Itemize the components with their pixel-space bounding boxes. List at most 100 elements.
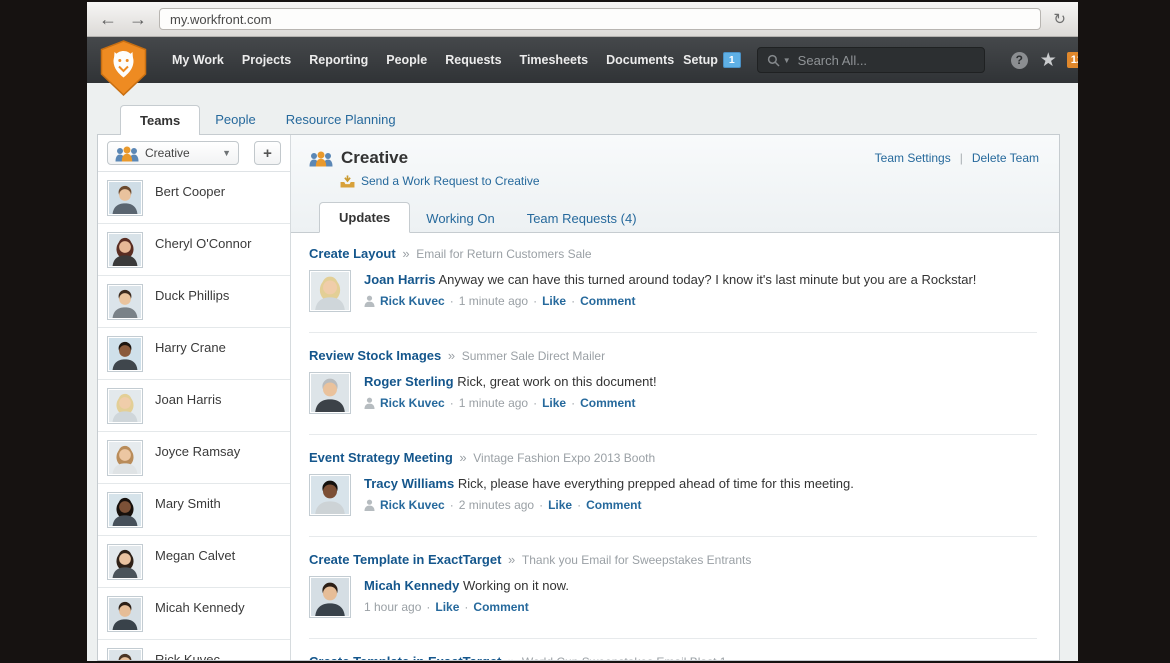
team-sidebar: Creative ▼ + Bert Cooper Cheryl O'Connor… <box>98 135 291 660</box>
nav-item-my-work[interactable]: My Work <box>163 47 233 73</box>
title-separator: » <box>448 348 455 363</box>
forward-icon[interactable]: → <box>129 10 147 28</box>
add-team-button[interactable]: + <box>254 141 281 165</box>
nav-item-documents[interactable]: Documents <box>597 47 683 73</box>
member-name: Rick Kuvec <box>155 652 220 661</box>
notification-badge[interactable]: 12 <box>1067 52 1078 68</box>
member-avatar <box>107 492 143 528</box>
comment-author-link[interactable]: Micah Kennedy <box>364 578 459 593</box>
feed-item-subtitle: Thank you Email for Sweepstakes Entrants <box>522 553 751 567</box>
comment-author-link[interactable]: Roger Sterling <box>364 374 454 389</box>
meta-separator: · <box>533 395 537 411</box>
member-avatar <box>107 388 143 424</box>
comment-button[interactable]: Comment <box>586 497 641 513</box>
favorites-star-icon[interactable]: ★ <box>1040 51 1057 70</box>
team-settings-link[interactable]: Team Settings <box>875 151 951 165</box>
comment-text: Anyway we can have this turned around to… <box>438 272 976 287</box>
member-list-item[interactable]: Mary Smith <box>98 484 290 536</box>
person-icon <box>364 397 375 409</box>
like-button[interactable]: Like <box>548 497 572 513</box>
like-button[interactable]: Like <box>435 599 459 615</box>
comment-author-link[interactable]: Joan Harris <box>364 272 436 287</box>
delete-team-link[interactable]: Delete Team <box>972 151 1039 165</box>
feed-item: Review Stock Images » Summer Sale Direct… <box>309 332 1037 434</box>
member-list-item[interactable]: Rick Kuvec <box>98 640 290 661</box>
team-main: Creative Team Settings | Delete Team <box>291 135 1059 660</box>
meta-separator: · <box>533 293 537 309</box>
member-avatar <box>107 284 143 320</box>
page-tabs: Teams People Resource Planning <box>120 105 1078 134</box>
tab-people[interactable]: People <box>200 105 270 134</box>
member-name: Bert Cooper <box>155 184 225 215</box>
member-list-item[interactable]: Joyce Ramsay <box>98 432 290 484</box>
feed-tab-updates[interactable]: Updates <box>319 202 410 233</box>
meta-separator: · <box>539 497 543 513</box>
member-list-item[interactable]: Joan Harris <box>98 380 290 432</box>
team-panel: Creative ▼ + Bert Cooper Cheryl O'Connor… <box>97 134 1060 661</box>
team-selector-dropdown[interactable]: Creative ▼ <box>107 141 239 165</box>
feed-item-title-link[interactable]: Event Strategy Meeting <box>309 450 453 465</box>
back-icon[interactable]: ← <box>99 10 117 28</box>
feed-tab-working-on[interactable]: Working On <box>410 204 510 233</box>
feed-tab-team-requests-4-[interactable]: Team Requests (4) <box>511 204 653 233</box>
feed-item-title-link[interactable]: Create Template in ExactTarget <box>309 552 501 567</box>
comment-timestamp: 1 minute ago <box>459 293 528 309</box>
tab-teams[interactable]: Teams <box>120 105 200 135</box>
nav-item-reporting[interactable]: Reporting <box>300 47 377 73</box>
member-avatar <box>107 544 143 580</box>
app-navbar: My Work Projects Reporting People Reques… <box>87 37 1078 83</box>
feed-item-title-link[interactable]: Create Layout <box>309 246 396 261</box>
nav-item-people[interactable]: People <box>377 47 436 73</box>
member-avatar <box>107 180 143 216</box>
title-separator: » <box>508 552 515 567</box>
like-button[interactable]: Like <box>542 395 566 411</box>
nav-item-timesheets[interactable]: Timesheets <box>511 47 598 73</box>
help-icon[interactable]: ? <box>1011 52 1028 69</box>
feed-item-subtitle: World Cup Sweepstakes Email Blast 1 <box>522 655 727 660</box>
feed-item-title-link[interactable]: Create Template in ExactTarget <box>309 654 501 660</box>
browser-window: ← → my.workfront.com ↻ My Work Projects … <box>87 2 1078 661</box>
member-name: Megan Calvet <box>155 548 235 579</box>
member-list-item[interactable]: Megan Calvet <box>98 536 290 588</box>
setup-label: Setup <box>683 53 718 67</box>
member-list: Bert Cooper Cheryl O'Connor Duck Phillip… <box>98 172 290 661</box>
nav-item-setup[interactable]: Setup 1 <box>683 52 741 68</box>
meta-tagged-user-link[interactable]: Rick Kuvec <box>380 395 445 411</box>
member-list-item[interactable]: Cheryl O'Connor <box>98 224 290 276</box>
member-list-item[interactable]: Duck Phillips <box>98 276 290 328</box>
search-icon <box>767 54 780 67</box>
tab-resource-planning[interactable]: Resource Planning <box>271 105 411 134</box>
member-list-item[interactable]: Micah Kennedy <box>98 588 290 640</box>
member-avatar <box>107 336 143 372</box>
meta-tagged-user-link[interactable]: Rick Kuvec <box>380 293 445 309</box>
search-input[interactable]: ▼ Search All... <box>757 47 985 73</box>
like-button[interactable]: Like <box>542 293 566 309</box>
person-icon <box>364 295 375 307</box>
comment-author-link[interactable]: Tracy Williams <box>364 476 454 491</box>
nav-item-requests[interactable]: Requests <box>436 47 510 73</box>
comment-button[interactable]: Comment <box>473 599 528 615</box>
send-work-request-link[interactable]: Send a Work Request to Creative <box>340 174 1039 188</box>
feed-item: Create Template in ExactTarget » Thank y… <box>309 536 1037 638</box>
search-scope-caret-icon[interactable]: ▼ <box>783 56 791 65</box>
member-list-item[interactable]: Harry Crane <box>98 328 290 380</box>
nav-item-projects[interactable]: Projects <box>233 47 300 73</box>
feed-item-title-link[interactable]: Review Stock Images <box>309 348 441 363</box>
setup-badge: 1 <box>723 52 741 68</box>
feed-item: Create Layout » Email for Return Custome… <box>309 246 1037 332</box>
meta-tagged-user-link[interactable]: Rick Kuvec <box>380 497 445 513</box>
member-name: Joan Harris <box>155 392 221 423</box>
workfront-logo[interactable] <box>100 40 147 96</box>
refresh-icon[interactable]: ↻ <box>1053 10 1066 28</box>
comment-button[interactable]: Comment <box>580 395 635 411</box>
feed-item-subtitle: Vintage Fashion Expo 2013 Booth <box>473 451 655 465</box>
member-name: Joyce Ramsay <box>155 444 240 475</box>
url-bar[interactable]: my.workfront.com <box>159 8 1041 30</box>
team-group-icon <box>309 150 333 167</box>
sidebar-toolbar: Creative ▼ + <box>98 135 290 172</box>
member-name: Micah Kennedy <box>155 600 245 631</box>
commenter-avatar <box>309 270 351 312</box>
member-list-item[interactable]: Bert Cooper <box>98 172 290 224</box>
comment-button[interactable]: Comment <box>580 293 635 309</box>
browser-chrome: ← → my.workfront.com ↻ <box>87 2 1078 37</box>
